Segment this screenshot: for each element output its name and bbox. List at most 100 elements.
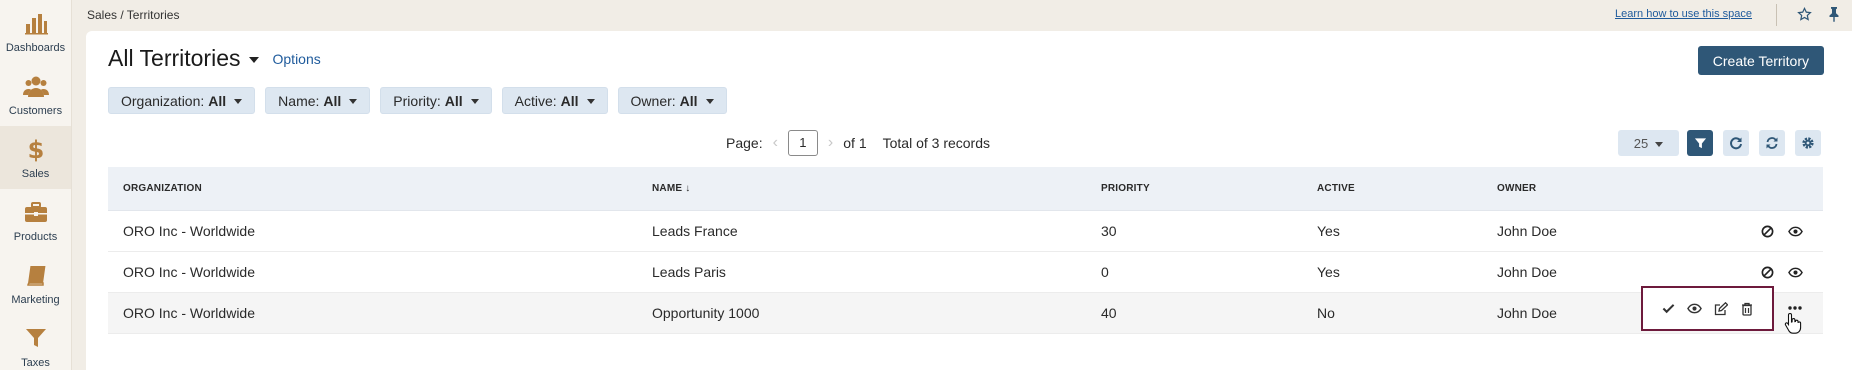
cell-active: Yes <box>1317 264 1340 280</box>
chevron-down-icon <box>349 99 358 104</box>
column-header-organization[interactable]: ORGANIZATION <box>123 183 202 194</box>
chevron-down-icon <box>1655 141 1664 147</box>
users-icon <box>22 76 49 97</box>
pin-icon[interactable] <box>1826 6 1842 22</box>
column-header-owner[interactable]: OWNER <box>1497 183 1536 194</box>
page-size-select[interactable]: 25 <box>1618 130 1679 156</box>
sidebar-item-sales[interactable]: $ Sales <box>0 126 71 189</box>
page-title[interactable]: All Territories <box>108 45 241 72</box>
filter-organization[interactable]: Organization: All <box>108 87 256 114</box>
edit-icon[interactable] <box>1713 301 1729 317</box>
pagination: Page: ‹ 1 › of 1 Total of 3 records <box>726 130 990 156</box>
grid-settings-button[interactable] <box>1795 130 1821 156</box>
column-header-label: NAME <box>652 183 683 194</box>
page-number-input[interactable]: 1 <box>787 130 818 156</box>
sidebar-item-label: Customers <box>8 104 63 117</box>
filter-toggle-button[interactable] <box>1687 130 1713 156</box>
table-row[interactable]: ORO Inc - Worldwide Leads Paris 0 Yes Jo… <box>108 252 1823 293</box>
main-sidebar: Dashboards Customers $ Sales Products Ma… <box>0 0 72 370</box>
cell-priority: 40 <box>1101 305 1117 321</box>
column-header-active[interactable]: ACTIVE <box>1317 183 1355 194</box>
cell-active: Yes <box>1317 223 1340 239</box>
sidebar-item-customers[interactable]: Customers <box>0 63 71 126</box>
chevron-down-icon <box>234 99 243 104</box>
sort-arrow-down-icon: ↓ <box>685 183 691 194</box>
filter-value: All <box>208 92 227 109</box>
trash-icon[interactable] <box>1739 301 1755 317</box>
cell-owner: John Doe <box>1497 223 1557 239</box>
chevron-left-icon[interactable]: ‹ <box>773 134 778 152</box>
page-size-value: 25 <box>1633 135 1649 151</box>
chevron-down-icon[interactable] <box>248 56 259 63</box>
top-bar: Sales / Territories <box>72 0 1852 30</box>
sidebar-item-products[interactable]: Products <box>0 189 71 252</box>
view-icon[interactable] <box>1787 223 1803 239</box>
territories-grid: ORGANIZATION NAME ↓ PRIORITY ACTIVE OWNE… <box>108 167 1823 334</box>
enable-check-icon[interactable] <box>1660 301 1676 317</box>
filter-bar: Organization: All Name: All Priority: All A… <box>108 87 727 114</box>
table-row[interactable]: ORO Inc - Worldwide Opportunity 1000 40 … <box>108 293 1823 334</box>
sidebar-item-taxes[interactable]: Taxes <box>0 315 71 370</box>
disable-icon[interactable] <box>1759 223 1775 239</box>
filter-value: All <box>560 92 579 109</box>
cell-organization: ORO Inc - Worldwide <box>123 264 255 280</box>
table-row[interactable]: ORO Inc - Worldwide Leads France 30 Yes … <box>108 211 1823 252</box>
chevron-right-icon[interactable]: › <box>828 134 833 152</box>
refresh-button[interactable] <box>1759 130 1785 156</box>
cell-name: Leads France <box>652 223 738 239</box>
bar-chart-icon <box>24 13 48 34</box>
view-icon[interactable] <box>1686 301 1702 317</box>
create-territory-button[interactable]: Create Territory <box>1697 46 1824 75</box>
book-icon <box>26 265 45 286</box>
dollar-icon: $ <box>27 136 44 162</box>
row-actions <box>1759 264 1803 280</box>
cell-priority: 0 <box>1101 264 1109 280</box>
sidebar-item-label: Dashboards <box>5 41 66 54</box>
filter-label: Priority: <box>393 92 441 109</box>
learn-link[interactable]: Learn how to use this space <box>1615 8 1752 20</box>
column-header-priority[interactable]: PRIORITY <box>1101 183 1150 194</box>
filter-value: All <box>444 92 463 109</box>
breadcrumb: Sales / Territories <box>87 8 180 22</box>
star-icon[interactable] <box>1796 6 1812 22</box>
filter-icon <box>1694 137 1706 148</box>
cell-priority: 30 <box>1101 223 1117 239</box>
sidebar-item-dashboards[interactable]: Dashboards <box>0 0 71 63</box>
view-icon[interactable] <box>1787 264 1803 280</box>
row-actions-popup <box>1641 286 1774 331</box>
cell-owner: John Doe <box>1497 305 1557 321</box>
filter-label: Name: <box>278 92 320 109</box>
filter-owner[interactable]: Owner: All <box>617 87 727 114</box>
sidebar-item-label: Sales <box>21 167 50 180</box>
row-actions <box>1759 223 1803 239</box>
sidebar-item-marketing[interactable]: Marketing <box>0 252 71 315</box>
chevron-down-icon <box>470 99 479 104</box>
topbar-divider <box>1776 4 1777 26</box>
title-row: All Territories Options <box>108 45 321 72</box>
cell-active: No <box>1317 305 1335 321</box>
sidebar-item-label: Taxes <box>21 356 50 369</box>
hand-cursor-icon <box>1784 312 1802 334</box>
filter-label: Active: <box>514 92 557 109</box>
filter-icon <box>25 328 46 347</box>
total-records: Total of 3 records <box>882 135 990 151</box>
filter-label: Owner: <box>630 92 676 109</box>
refresh-icon <box>1766 137 1778 149</box>
cell-name: Opportunity 1000 <box>652 305 760 321</box>
cell-organization: ORO Inc - Worldwide <box>123 305 255 321</box>
gear-icon <box>1802 137 1814 149</box>
chevron-down-icon <box>705 99 714 104</box>
grid-header: ORGANIZATION NAME ↓ PRIORITY ACTIVE OWNE… <box>108 167 1823 211</box>
reset-button[interactable] <box>1723 130 1749 156</box>
filter-priority[interactable]: Priority: All <box>380 87 492 114</box>
svg-text:$: $ <box>27 136 44 162</box>
column-header-name[interactable]: NAME ↓ <box>652 183 690 194</box>
options-link[interactable]: Options <box>273 51 321 67</box>
cell-owner: John Doe <box>1497 264 1557 280</box>
filter-value: All <box>679 92 698 109</box>
disable-icon[interactable] <box>1759 264 1775 280</box>
filter-name[interactable]: Name: All <box>265 87 371 114</box>
page-count: of 1 <box>843 135 867 151</box>
filter-active[interactable]: Active: All <box>501 87 608 114</box>
sidebar-item-label: Products <box>13 230 58 243</box>
